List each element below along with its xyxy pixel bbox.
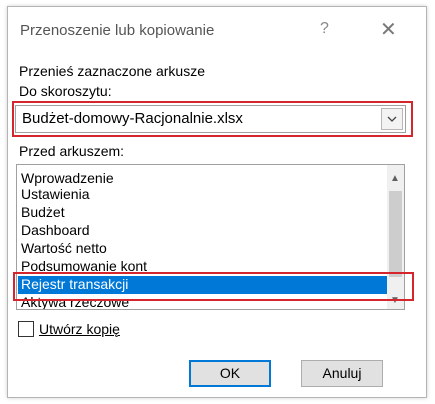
close-button[interactable]: ✕	[380, 17, 397, 42]
workbook-dropdown[interactable]: Budżet-domowy-Racjonalnie.xlsx	[15, 105, 406, 133]
workbook-selected-value: Budżet-domowy-Racjonalnie.xlsx	[22, 110, 243, 127]
to-book-label: Do skoroszytu:	[19, 83, 112, 99]
create-copy-text: Utwórz kopię	[39, 321, 120, 337]
create-copy-checkbox[interactable]	[18, 321, 34, 337]
scroll-thumb[interactable]	[389, 191, 402, 277]
chevron-down-icon	[387, 116, 397, 122]
dropdown-button[interactable]	[381, 108, 403, 130]
cancel-button[interactable]: Anuluj	[301, 360, 383, 387]
sheet-item[interactable]: Ustawienia	[21, 186, 89, 202]
dialog-title: Przenoszenie lub kopiowanie	[20, 22, 215, 39]
sheet-item[interactable]: Dashboard	[21, 222, 90, 238]
help-button[interactable]: ?	[320, 20, 329, 38]
ok-button[interactable]: OK	[189, 360, 271, 387]
selection-highlight	[13, 272, 414, 301]
sheet-item[interactable]: Budżet	[21, 204, 65, 220]
move-selected-label: Przenieś zaznaczone arkusze	[19, 63, 205, 79]
title-bar: Przenoszenie lub kopiowanie ? ✕	[8, 7, 426, 53]
sheet-item[interactable]: Wartość netto	[21, 240, 107, 256]
sheet-item[interactable]: Wprowadzenie	[21, 170, 114, 186]
scroll-up-icon[interactable]: ▲	[390, 173, 400, 184]
before-sheet-label: Przed arkuszem:	[19, 143, 125, 159]
create-copy-label[interactable]: Utwórz kopię	[39, 321, 120, 337]
